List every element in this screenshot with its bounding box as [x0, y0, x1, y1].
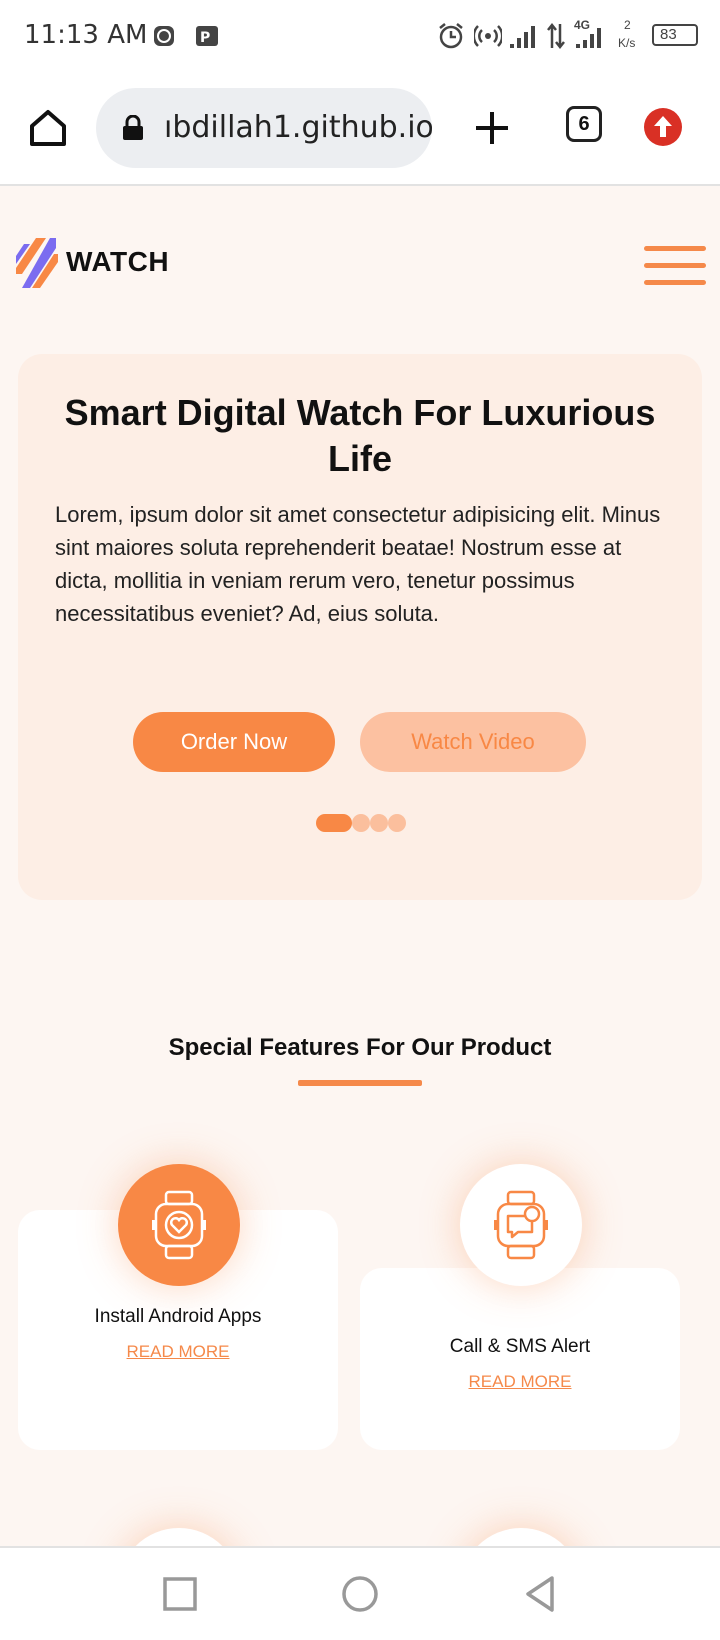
menu-line: [644, 280, 706, 285]
heading-underline: [298, 1080, 422, 1086]
recent-apps-icon[interactable]: [160, 1574, 200, 1614]
svg-text:P: P: [200, 30, 210, 46]
url-text: ıbdillah1.github.io: [164, 110, 432, 145]
home-circle-icon[interactable]: [340, 1574, 380, 1614]
back-icon[interactable]: [520, 1574, 560, 1614]
signal-4g-icon: [576, 28, 601, 48]
feature-title: Call & SMS Alert: [449, 1336, 591, 1357]
watch-video-button[interactable]: Watch Video: [360, 712, 586, 772]
status-bar: 11:13 AM P 4G 2 K/s 83: [0, 0, 720, 74]
slider-dot[interactable]: [352, 814, 370, 832]
new-tab-icon[interactable]: [470, 106, 514, 150]
data-transfer-icon: [547, 22, 565, 50]
hotspot-icon: [474, 25, 502, 47]
smartwatch-heart-icon: [152, 1190, 206, 1260]
parking-app-icon: P: [196, 26, 218, 46]
hero-description: Lorem, ipsum dolor sit amet consectetur …: [55, 502, 661, 626]
hamburger-menu-button[interactable]: [644, 246, 706, 290]
battery-icon: 83: [652, 24, 698, 46]
lock-icon: [123, 115, 143, 140]
speed-value: 2: [624, 18, 631, 32]
read-more-link[interactable]: READ MORE: [360, 1372, 680, 1392]
address-bar[interactable]: ıbdillah1.github.io: [96, 88, 432, 168]
feature-title: Install Android Apps: [94, 1306, 262, 1327]
slider-dot[interactable]: [370, 814, 388, 832]
features-heading: Special Features For Our Product: [168, 1034, 552, 1061]
home-icon[interactable]: [26, 106, 70, 150]
read-more-link[interactable]: READ MORE: [18, 1342, 338, 1362]
update-arrow-icon[interactable]: [644, 108, 682, 146]
order-now-button[interactable]: Order Now: [133, 712, 335, 772]
feature-card: [360, 1268, 680, 1450]
hero-card: Smart Digital Watch For Luxurious Life L…: [18, 354, 702, 900]
feature-icon-circle: [460, 1164, 582, 1286]
menu-line: [644, 263, 706, 268]
speed-unit: K/s: [618, 36, 636, 50]
smartwatch-chat-icon: [494, 1190, 548, 1260]
signal-icon: [510, 26, 535, 48]
alarm-icon: [439, 23, 463, 49]
watch-logo-icon[interactable]: [16, 234, 58, 292]
status-time: 11:13 AM: [24, 20, 148, 50]
hero-title: Smart Digital Watch For Luxurious Life: [64, 392, 656, 479]
tab-switcher-button[interactable]: 6: [566, 106, 602, 142]
menu-line: [644, 246, 706, 251]
battery-level: 83: [660, 26, 677, 43]
coin-app-icon: [154, 26, 174, 46]
slider-dot-active[interactable]: [316, 814, 352, 832]
browser-toolbar: ıbdillah1.github.io 6: [0, 74, 720, 186]
slider-dot[interactable]: [388, 814, 406, 832]
brand-name[interactable]: WATCH: [66, 246, 169, 278]
feature-icon-circle: [118, 1164, 240, 1286]
system-nav-bar: [0, 1546, 720, 1640]
